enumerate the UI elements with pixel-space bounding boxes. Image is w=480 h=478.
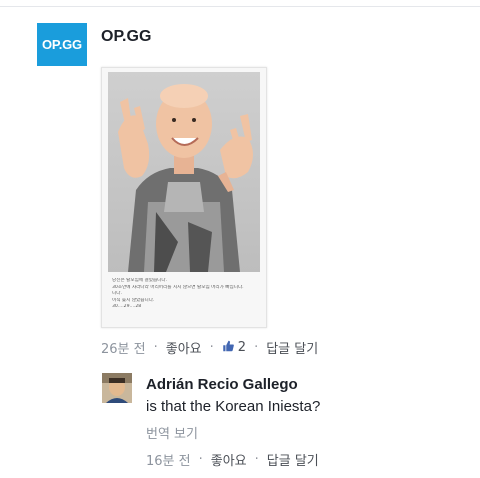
comment-meta: 16분 전 · 좋아요 · 답글 달기 bbox=[146, 450, 319, 469]
reply-link[interactable]: 답글 달기 bbox=[266, 338, 318, 357]
image-caption: 당신은 탈모임에 걸렸습니다. 30초안에 자라나라 머리머리를 치지 않으면 … bbox=[112, 278, 258, 311]
top-divider bbox=[0, 6, 480, 7]
separator-dot: · bbox=[254, 340, 259, 355]
separator-dot: · bbox=[209, 340, 214, 355]
like-link[interactable]: 좋아요 bbox=[166, 338, 202, 357]
see-translation-link[interactable]: 번역 보기 bbox=[146, 423, 198, 442]
thumbs-up-icon bbox=[223, 340, 234, 352]
like-count[interactable]: 2 bbox=[222, 340, 246, 355]
comment-timestamp[interactable]: 16분 전 bbox=[146, 450, 191, 469]
separator-dot: · bbox=[254, 452, 259, 467]
caption-line: 30초안에 자라나라 머리머리를 치지 않으면 탈모임 머리가 빠집니다. bbox=[112, 284, 244, 290]
comment-like-link[interactable]: 좋아요 bbox=[211, 450, 247, 469]
caption-line: 이직 늦지 않았습니다. bbox=[112, 297, 155, 303]
like-count-number: 2 bbox=[237, 340, 247, 355]
post-timestamp[interactable]: 26분 전 bbox=[101, 338, 146, 357]
comment-reply-link[interactable]: 답글 달기 bbox=[267, 450, 319, 469]
separator-dot: · bbox=[198, 452, 203, 467]
post-image[interactable]: 당신은 탈모임에 걸렸습니다. 30초안에 자라나라 머리머리를 치지 않으면 … bbox=[101, 67, 267, 328]
page-name[interactable]: OP.GG bbox=[101, 28, 151, 46]
commenter-name[interactable]: Adrián Recio Gallego bbox=[146, 376, 298, 393]
separator-dot: · bbox=[153, 340, 158, 355]
caption-line: 당신은 탈모임에 걸렸습니다. bbox=[112, 278, 168, 283]
caption-line: 니다. bbox=[112, 291, 122, 297]
comment-text: is that the Korean Iniesta? bbox=[146, 398, 321, 415]
page-avatar[interactable]: OP.GG bbox=[37, 23, 87, 66]
commenter-avatar[interactable] bbox=[102, 373, 132, 403]
page-avatar-text: OP.GG bbox=[42, 37, 82, 52]
post-meta: 26분 전 · 좋아요 · 2 · 답글 달기 bbox=[101, 338, 318, 357]
caption-line: 30....29....28 bbox=[112, 304, 142, 310]
post-photo bbox=[108, 72, 260, 272]
